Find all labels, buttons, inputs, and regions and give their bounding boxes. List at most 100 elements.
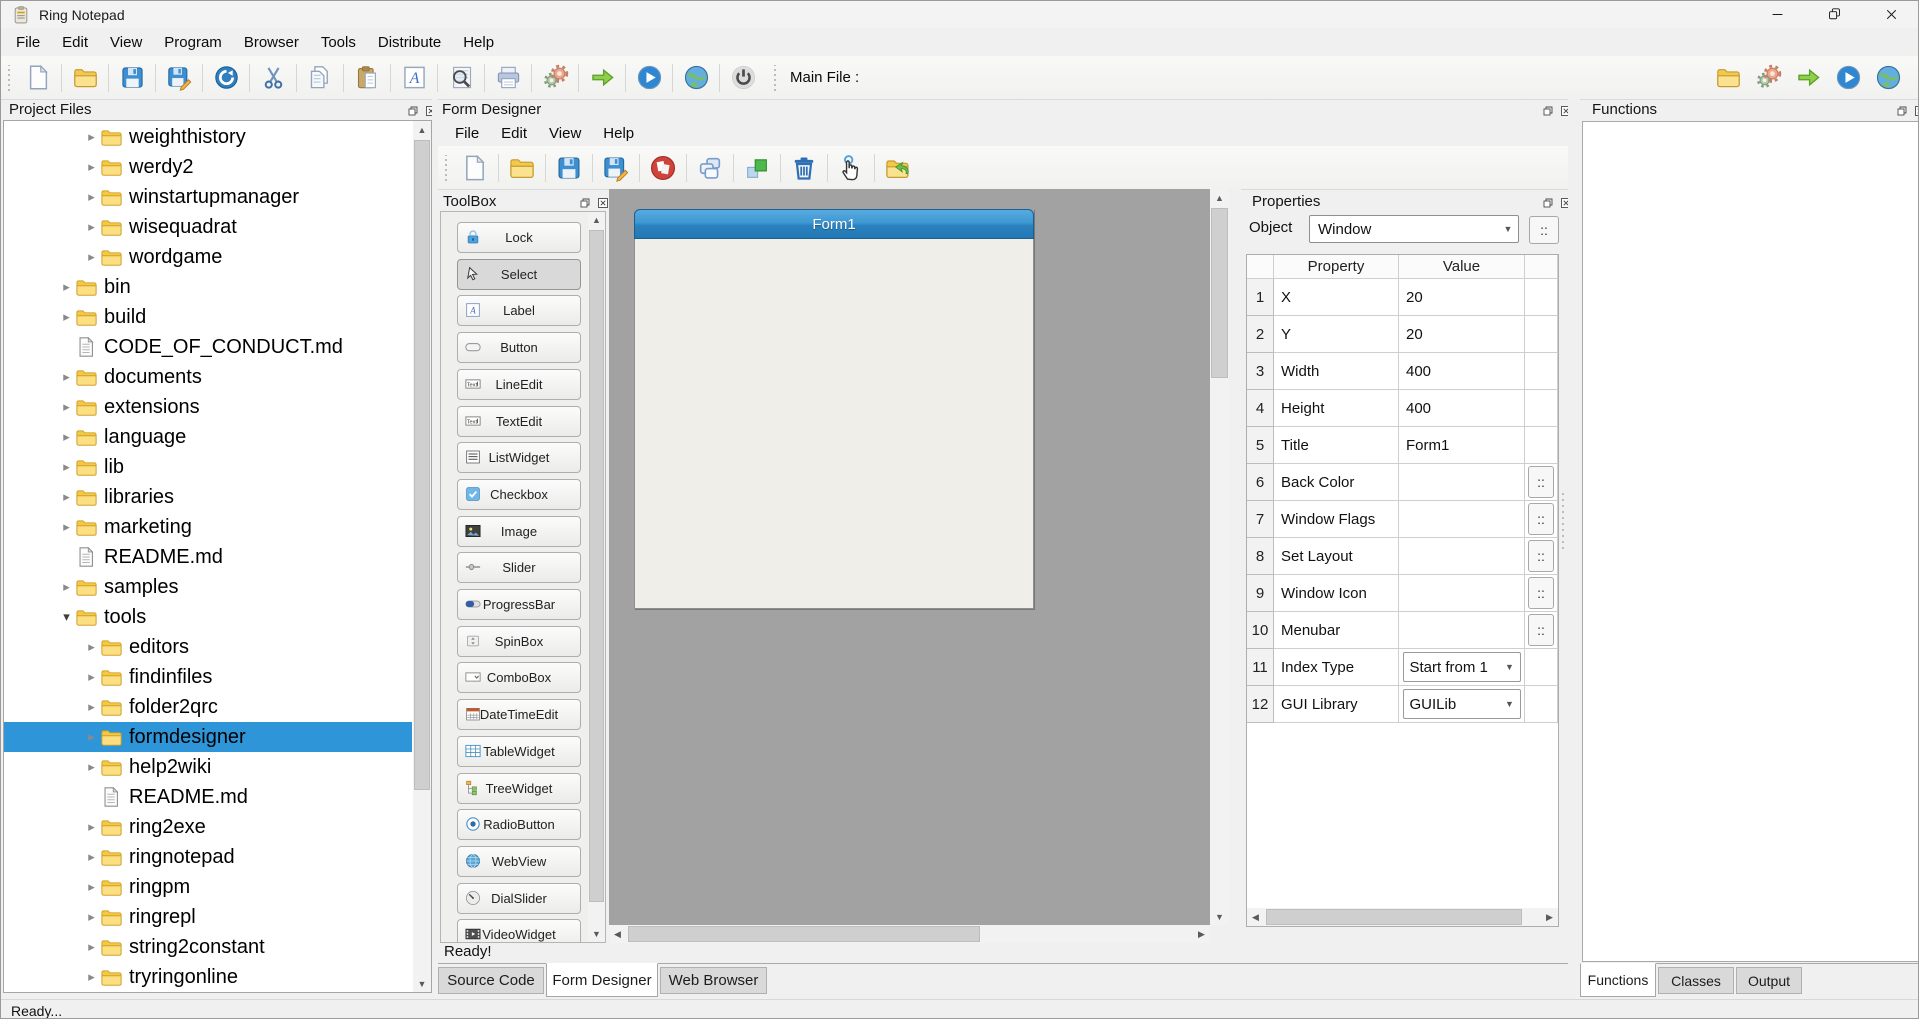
tree-item-bin[interactable]: ▸bin — [4, 272, 412, 302]
tree-item-build[interactable]: ▸build — [4, 302, 412, 332]
chevron-right-icon[interactable]: ▸ — [83, 189, 100, 205]
find-button[interactable] — [441, 60, 481, 96]
tab-functions[interactable]: Functions — [1580, 963, 1656, 997]
toolbar-grip[interactable] — [773, 65, 778, 91]
scroll-up-icon[interactable]: ▲ — [413, 121, 431, 138]
run-to-button[interactable] — [582, 60, 622, 96]
chevron-right-icon[interactable]: ▸ — [83, 939, 100, 955]
scroll-thumb[interactable] — [1211, 208, 1228, 378]
object-combobox[interactable]: Window ▼ — [1309, 215, 1519, 243]
chevron-right-icon[interactable]: ▸ — [83, 639, 100, 655]
tree-item-folder2qrc[interactable]: ▸folder2qrc — [4, 692, 412, 722]
toolbox-checkbox-button[interactable]: Checkbox — [457, 479, 581, 510]
chevron-right-icon[interactable]: ▸ — [83, 969, 100, 985]
property-value-cell[interactable]: 20 — [1399, 279, 1525, 316]
menu-edit[interactable]: Edit — [51, 30, 99, 55]
menu-program[interactable]: Program — [153, 30, 233, 55]
properties-hscrollbar[interactable]: ◀ ▶ — [1247, 908, 1558, 926]
tree-item-wordgame[interactable]: ▸wordgame — [4, 242, 412, 272]
window-flags-more-button[interactable]: :: — [1528, 503, 1554, 535]
scroll-right-icon[interactable]: ▶ — [1541, 908, 1558, 926]
toolbox-button-button[interactable]: Button — [457, 332, 581, 363]
property-value-cell[interactable] — [1399, 575, 1525, 612]
tree-item-editors[interactable]: ▸editors — [4, 632, 412, 662]
tree-item-readme-md[interactable]: README.md — [4, 782, 412, 812]
toolbox-treewidget-button[interactable]: TreeWidget — [457, 773, 581, 804]
toolbox-textedit-button[interactable]: TextTextEdit — [457, 406, 581, 437]
float-icon[interactable] — [1540, 195, 1555, 210]
fd-menu-help[interactable]: Help — [592, 121, 645, 146]
tree-item-documents[interactable]: ▸documents — [4, 362, 412, 392]
property-value-cell[interactable] — [1399, 612, 1525, 649]
tab-classes[interactable]: Classes — [1658, 967, 1734, 994]
fd-menu-edit[interactable]: Edit — [490, 121, 538, 146]
canvas-hscrollbar[interactable]: ◀ ▶ — [609, 925, 1210, 943]
tree-item-winstartupmanager[interactable]: ▸winstartupmanager — [4, 182, 412, 212]
toolbox-videowidget-button[interactable]: VideoWidget — [457, 919, 581, 943]
tree-item-marketing[interactable]: ▸marketing — [4, 512, 412, 542]
open-folder-button[interactable] — [65, 60, 105, 96]
toolbox-image-button[interactable]: Image — [457, 516, 581, 547]
scroll-up-icon[interactable]: ▲ — [1210, 189, 1229, 206]
tree-item-tools[interactable]: ▾tools — [4, 602, 412, 632]
tree-item-samples[interactable]: ▸samples — [4, 572, 412, 602]
menu-view[interactable]: View — [99, 30, 153, 55]
chevron-right-icon[interactable]: ▸ — [58, 279, 75, 295]
chevron-right-icon[interactable]: ▸ — [58, 459, 75, 475]
chevron-right-icon[interactable]: ▸ — [83, 159, 100, 175]
run-button[interactable] — [1828, 60, 1868, 96]
reload-button[interactable] — [206, 60, 246, 96]
splitter-right[interactable] — [1568, 99, 1580, 997]
cut-button[interactable] — [253, 60, 293, 96]
scroll-left-icon[interactable]: ◀ — [609, 925, 626, 943]
gui-library-dropdown[interactable]: GUILib▼ — [1403, 689, 1521, 719]
tree-item-readme-md[interactable]: README.md — [4, 542, 412, 572]
scroll-up-icon[interactable]: ▲ — [588, 212, 605, 228]
run-to-button[interactable] — [1788, 60, 1828, 96]
chevron-right-icon[interactable]: ▸ — [83, 249, 100, 265]
panel-resize-grip[interactable] — [1561, 489, 1565, 549]
chevron-right-icon[interactable]: ▸ — [58, 399, 75, 415]
menu-browser[interactable]: Browser — [233, 30, 310, 55]
set-layout-more-button[interactable]: :: — [1528, 540, 1554, 572]
property-value-cell[interactable]: 20 — [1399, 316, 1525, 353]
chevron-right-icon[interactable]: ▸ — [83, 129, 100, 145]
scroll-down-icon[interactable]: ▼ — [588, 926, 605, 942]
splitter-canvas-properties[interactable] — [1229, 189, 1241, 943]
chevron-right-icon[interactable]: ▸ — [83, 669, 100, 685]
copy-button[interactable] — [300, 60, 340, 96]
duplicate-control-button[interactable] — [690, 150, 730, 186]
chevron-right-icon[interactable]: ▸ — [83, 819, 100, 835]
open-source-button[interactable] — [878, 150, 918, 186]
chevron-right-icon[interactable]: ▸ — [58, 309, 75, 325]
toolbar-grip[interactable] — [444, 155, 449, 181]
open-folder-button[interactable] — [1708, 60, 1748, 96]
toolbox-combobox-button[interactable]: ComboBox — [457, 662, 581, 693]
scroll-right-icon[interactable]: ▶ — [1193, 925, 1210, 943]
tree-item-libraries[interactable]: ▸libraries — [4, 482, 412, 512]
tree-item-findinfiles[interactable]: ▸findinfiles — [4, 662, 412, 692]
toolbox-listwidget-button[interactable]: ListWidget — [457, 442, 581, 473]
menu-tools[interactable]: Tools — [310, 30, 367, 55]
chevron-right-icon[interactable]: ▸ — [58, 369, 75, 385]
window-icon-more-button[interactable]: :: — [1528, 577, 1554, 609]
chevron-right-icon[interactable]: ▸ — [83, 729, 100, 745]
tree-item-weighthistory[interactable]: ▸weighthistory — [4, 122, 412, 152]
index-type-dropdown[interactable]: Start from 1▼ — [1403, 652, 1521, 682]
new-file-button[interactable] — [18, 60, 58, 96]
property-value-cell[interactable] — [1399, 538, 1525, 575]
tree-item-werdy2[interactable]: ▸werdy2 — [4, 152, 412, 182]
open-form-button[interactable] — [502, 150, 542, 186]
float-icon[interactable] — [1540, 103, 1555, 118]
menu-distribute[interactable]: Distribute — [367, 30, 452, 55]
object-more-button[interactable]: :: — [1529, 216, 1559, 244]
designer-canvas[interactable]: Form1 — [609, 189, 1210, 925]
float-icon[interactable] — [1894, 103, 1909, 118]
tree-item-formdesigner[interactable]: ▸formdesigner — [4, 722, 412, 752]
tree-item-ring2exe[interactable]: ▸ring2exe — [4, 812, 412, 842]
back-color-more-button[interactable]: :: — [1528, 466, 1554, 498]
scroll-left-icon[interactable]: ◀ — [1247, 908, 1264, 926]
chevron-right-icon[interactable]: ▸ — [58, 489, 75, 505]
maximize-button[interactable] — [1806, 1, 1863, 28]
tree-item-code-of-conduct-md[interactable]: CODE_OF_CONDUCT.md — [4, 332, 412, 362]
